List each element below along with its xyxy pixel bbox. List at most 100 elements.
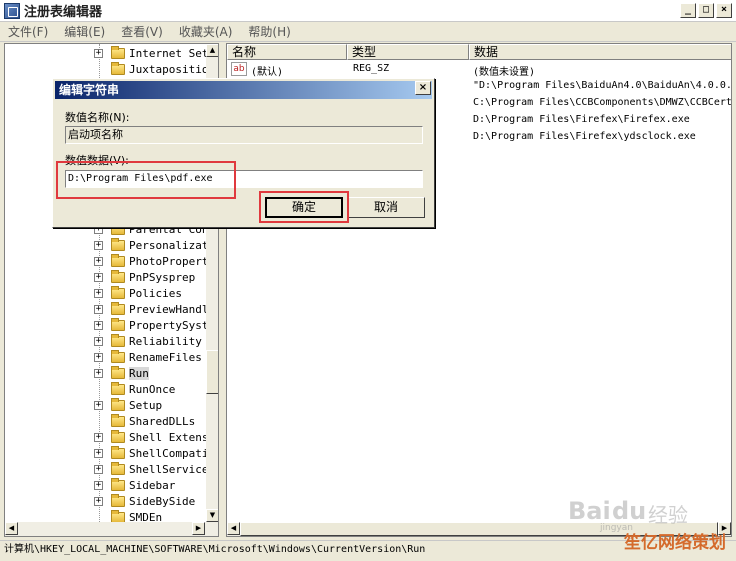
column-header-type[interactable]: 类型 xyxy=(347,44,469,60)
expand-icon[interactable]: + xyxy=(94,496,103,506)
expand-icon[interactable]: + xyxy=(94,240,103,250)
tree-item-label: Sidebar xyxy=(129,478,176,492)
tree-item-label: Setup xyxy=(129,398,163,412)
tree-item-label: Run xyxy=(129,366,149,380)
tree-item-label: Policies xyxy=(129,286,182,300)
tree-item-label: PhotoProperty xyxy=(129,254,216,268)
expand-icon[interactable]: + xyxy=(94,48,103,58)
value-name-label: 数值名称(N): xyxy=(65,111,130,124)
tree-item[interactable]: + Setup xyxy=(5,397,205,413)
tree-horizontal-scrollbar[interactable]: ◀ ▶ xyxy=(5,522,218,536)
folder-icon xyxy=(111,269,125,283)
expand-icon[interactable]: + xyxy=(94,352,103,362)
value-data: D:\Program Files\Firefex\ydsclock.exe xyxy=(473,131,696,142)
expand-icon[interactable]: + xyxy=(94,400,103,410)
tree-item-label: Personalizati xyxy=(129,238,216,252)
expand-icon[interactable]: + xyxy=(94,448,103,458)
expand-icon[interactable]: + xyxy=(94,480,103,490)
folder-icon xyxy=(111,285,125,299)
expand-icon[interactable]: + xyxy=(94,304,103,314)
menu-favorites[interactable]: 收藏夹(A) xyxy=(171,23,241,40)
value-data-label: 数值数据(V): xyxy=(65,154,129,167)
expand-icon[interactable]: + xyxy=(94,432,103,442)
scroll-left-icon[interactable]: ◀ xyxy=(5,522,18,535)
tree-item[interactable]: + ShellServiceO xyxy=(5,461,215,477)
value-data: D:\Program Files\Firefex\Firefex.exe xyxy=(473,114,690,125)
value-data-input[interactable]: D:\Program Files\pdf.exe xyxy=(65,170,423,188)
tree-item[interactable]: + PropertySyste xyxy=(5,317,215,333)
tree-item-label: ShellCompatib xyxy=(129,446,216,460)
dialog-close-button[interactable]: × xyxy=(415,81,431,95)
tree-item-label: Juxtaposition xyxy=(129,62,216,76)
tree-item[interactable]: + SideBySide xyxy=(5,493,205,509)
close-button[interactable]: × xyxy=(716,3,732,18)
expand-icon[interactable]: + xyxy=(94,256,103,266)
menu-file[interactable]: 文件(F) xyxy=(0,23,56,40)
tree-item[interactable]: + Shell Extensi xyxy=(5,429,215,445)
tree-item[interactable]: + RenameFiles xyxy=(5,349,205,365)
expand-icon[interactable]: + xyxy=(94,464,103,474)
tree-item[interactable]: + Internet Sett xyxy=(5,45,215,61)
menu-help[interactable]: 帮助(H) xyxy=(240,23,298,40)
folder-icon xyxy=(111,317,125,331)
tree-item[interactable]: + Reliability xyxy=(5,333,205,349)
list-item[interactable]: ab (默认) REG_SZ (数值未设置) xyxy=(227,61,731,78)
tree-item[interactable]: + PnPSysprep xyxy=(5,269,205,285)
tree-item-label: PnPSysprep xyxy=(129,270,196,284)
folder-icon xyxy=(111,509,125,523)
expand-icon[interactable]: + xyxy=(94,336,103,346)
cancel-button[interactable]: 取消 xyxy=(347,197,425,218)
tree-item-label: RenameFiles xyxy=(129,350,202,364)
value-name-field: 启动项名称 xyxy=(65,126,423,144)
tree-item[interactable]: + Personalizati xyxy=(5,237,215,253)
scroll-up-icon[interactable]: ▲ xyxy=(206,44,218,57)
folder-icon xyxy=(111,413,125,427)
tree-scroll-thumb[interactable] xyxy=(206,350,218,394)
tree-item-label: Reliability xyxy=(129,334,202,348)
tree-item[interactable]: + PreviewHandle xyxy=(5,301,215,317)
tree-item-label: RunOnce xyxy=(129,382,176,396)
tree-item-label: ShellServiceO xyxy=(129,462,216,476)
column-header-data[interactable]: 数据 xyxy=(469,44,731,60)
expand-icon[interactable]: + xyxy=(94,288,103,298)
tree-item[interactable]: + ShellCompatib xyxy=(5,445,215,461)
scroll-left-icon[interactable]: ◀ xyxy=(227,522,240,535)
folder-icon xyxy=(111,349,125,363)
folder-icon xyxy=(111,45,125,59)
tree-item[interactable]: + Policies xyxy=(5,285,205,301)
folder-icon xyxy=(111,477,125,491)
tree-item[interactable]: RunOnce xyxy=(5,381,205,397)
tree-item[interactable]: + Sidebar xyxy=(5,477,205,493)
menu-edit[interactable]: 编辑(E) xyxy=(56,23,113,40)
folder-icon xyxy=(111,397,125,411)
window-controls: _ □ × xyxy=(680,3,732,18)
value-name: (默认) xyxy=(251,67,284,78)
tree-item[interactable]: + Run xyxy=(5,365,205,381)
value-type: REG_SZ xyxy=(353,63,390,74)
tree-item-label: SharedDLLs xyxy=(129,414,196,428)
folder-icon xyxy=(111,237,125,251)
expand-icon[interactable]: + xyxy=(94,272,103,282)
menu-bar: 文件(F) 编辑(E) 查看(V) 收藏夹(A) 帮助(H) xyxy=(0,22,736,42)
tree-item-label: Shell Extensi xyxy=(129,430,216,444)
folder-icon xyxy=(111,493,125,507)
tree-item[interactable]: + PhotoProperty xyxy=(5,253,215,269)
tree-item-label: SideBySide xyxy=(129,494,196,508)
column-header-name[interactable]: 名称 xyxy=(227,44,347,60)
folder-icon xyxy=(111,445,125,459)
folder-icon xyxy=(111,429,125,443)
tree-item[interactable]: Juxtaposition xyxy=(5,61,215,77)
folder-icon xyxy=(111,365,125,379)
menu-view[interactable]: 查看(V) xyxy=(113,23,171,40)
minimize-button[interactable]: _ xyxy=(680,3,696,18)
tree-item-label: PreviewHandle xyxy=(129,302,216,316)
expand-icon[interactable]: + xyxy=(94,368,103,378)
ok-button[interactable]: 确定 xyxy=(265,197,343,218)
expand-icon[interactable]: + xyxy=(94,320,103,330)
scroll-right-icon[interactable]: ▶ xyxy=(192,522,205,535)
folder-icon xyxy=(111,253,125,267)
tree-item[interactable]: SharedDLLs xyxy=(5,413,205,429)
scroll-down-icon[interactable]: ▼ xyxy=(206,509,218,522)
window-title: 注册表编辑器 xyxy=(24,5,103,20)
maximize-button[interactable]: □ xyxy=(698,3,714,18)
